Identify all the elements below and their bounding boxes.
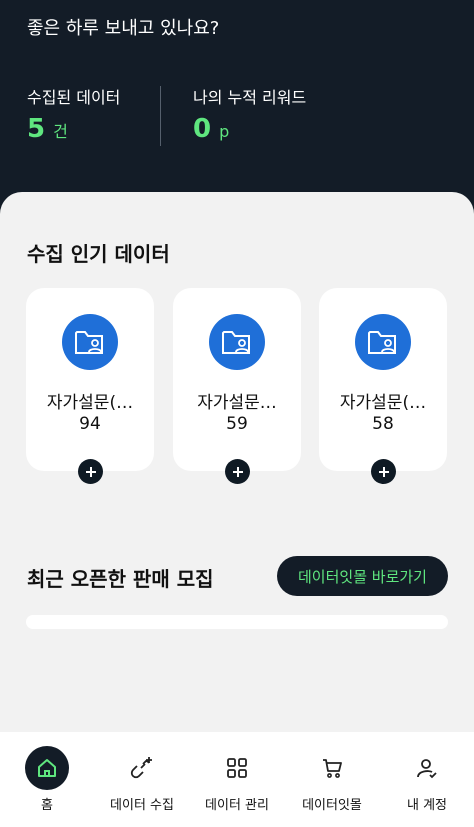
popular-data-title: 수집 인기 데이터 [27, 242, 170, 266]
collected-data-label: 수집된 데이터 [27, 88, 121, 107]
home-icon [25, 746, 69, 790]
nav-data-manage[interactable]: 데이터 관리 [190, 732, 284, 827]
nav-home[interactable]: 홈 [0, 732, 94, 827]
collected-count: 5 [27, 114, 46, 144]
card-count: 94 [79, 414, 101, 434]
folder-user-icon [209, 314, 265, 370]
nav-label-data-mall: 데이터잇몰 [302, 798, 362, 813]
nav-label-my-account: 내 계정 [406, 798, 447, 813]
add-icon[interactable] [371, 459, 396, 484]
collected-data-value[interactable]: 5건 [27, 114, 68, 144]
header-panel: 좋은 하루 보내고 있나요? 수집된 데이터 5건 나의 누적 리워드 0p [0, 0, 474, 222]
popular-data-card[interactable]: 자가설문… 59 [173, 288, 301, 484]
nav-data-mall[interactable]: 데이터잇몰 [285, 732, 379, 827]
popular-data-card[interactable]: 자가설문(… 58 [319, 288, 447, 484]
collected-unit: 건 [53, 122, 68, 141]
recent-sales-title: 최근 오픈한 판매 모집 [27, 567, 214, 591]
folder-user-icon [62, 314, 118, 370]
nav-data-collect[interactable]: 데이터 수집 [95, 732, 189, 827]
popular-data-card[interactable]: 자가설문(… 94 [26, 288, 154, 484]
folder-user-icon [355, 314, 411, 370]
nav-label-home: 홈 [41, 798, 53, 813]
card-name: 자가설문(… [46, 393, 134, 413]
grid-icon [215, 746, 259, 790]
nav-label-data-collect: 데이터 수집 [110, 798, 174, 813]
reward-value[interactable]: 0p [193, 114, 229, 144]
add-icon[interactable] [78, 459, 103, 484]
add-icon[interactable] [225, 459, 250, 484]
greeting-text: 좋은 하루 보내고 있나요? [27, 18, 220, 39]
reward-label: 나의 누적 리워드 [193, 88, 307, 107]
card-count: 58 [372, 414, 394, 434]
nav-my-account[interactable]: 내 계정 [380, 732, 474, 827]
reward-amount: 0 [193, 114, 212, 144]
card-name: 자가설문(… [339, 393, 427, 413]
recent-sales-list [26, 615, 448, 629]
card-name: 자가설문… [197, 393, 277, 413]
nav-label-data-manage: 데이터 관리 [205, 798, 269, 813]
bottom-nav: 홈 데이터 수집 데이터 관리 데이터잇몰 내 계정 [0, 732, 474, 827]
stats-divider [160, 86, 161, 146]
collect-icon [120, 746, 164, 790]
card-count: 59 [226, 414, 248, 434]
user-icon [405, 746, 449, 790]
reward-unit: p [219, 122, 230, 141]
go-to-data-mall-button[interactable]: 데이터잇몰 바로가기 [277, 556, 448, 596]
cart-icon [310, 746, 354, 790]
